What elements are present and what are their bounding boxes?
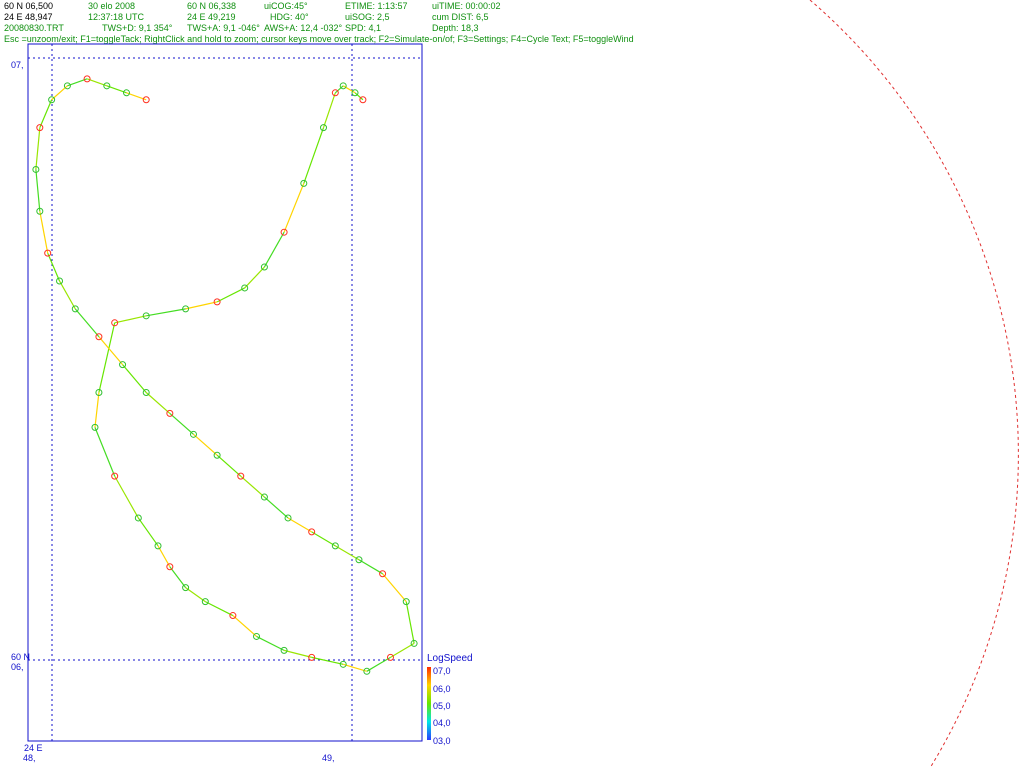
- track-segment: [94, 392, 100, 428]
- bottom-lat-label: 06,: [11, 662, 24, 672]
- legend-tick: 07,0: [433, 666, 451, 676]
- track-segment: [185, 301, 218, 310]
- track-segment: [35, 169, 41, 212]
- track-segment: [303, 127, 325, 184]
- track-segment: [35, 127, 41, 170]
- legend-tick: 04,0: [433, 718, 451, 728]
- track-segment: [169, 412, 194, 435]
- track-segment: [354, 92, 364, 101]
- track-segment: [390, 642, 415, 658]
- track-segment: [205, 601, 234, 617]
- track-segment: [98, 322, 116, 393]
- track-segment: [342, 85, 356, 94]
- legend-title: LogSpeed: [427, 653, 473, 664]
- lon-left-label: 48,: [23, 753, 36, 763]
- track-plot[interactable]: [0, 0, 1024, 768]
- track-segment: [283, 183, 305, 233]
- track-segment: [311, 531, 336, 547]
- track-segment: [114, 475, 139, 519]
- track-segment: [39, 99, 53, 128]
- lon-prefix-label: 24 E: [24, 743, 43, 753]
- track-segment: [264, 496, 289, 519]
- track-segment: [232, 615, 257, 637]
- track-segment: [366, 656, 391, 672]
- track-segment: [405, 601, 415, 644]
- track-segment: [185, 587, 206, 603]
- track-segment: [382, 573, 407, 602]
- track-segment: [256, 635, 285, 651]
- track-segment: [283, 649, 312, 658]
- track-segment: [157, 545, 171, 568]
- track-segment: [343, 663, 368, 672]
- lon-right-label: 49,: [322, 753, 335, 763]
- track-segment: [39, 211, 49, 254]
- bottom-lat-prefix-label: 60 N: [11, 652, 31, 662]
- track-segment: [47, 252, 61, 282]
- track-segment: [114, 315, 147, 324]
- track-segment: [216, 454, 242, 477]
- track-segment: [335, 545, 360, 561]
- track-segment: [193, 433, 218, 456]
- track-segment: [94, 427, 116, 477]
- track-segment: [358, 559, 383, 575]
- track-segment: [311, 656, 344, 665]
- track-segment: [122, 364, 147, 393]
- legend-tick: 03,0: [433, 736, 451, 746]
- map-frame: [27, 43, 423, 742]
- track-segment: [244, 266, 265, 289]
- track-segment: [137, 517, 159, 547]
- track-segment: [146, 308, 186, 317]
- track-segment: [322, 92, 336, 128]
- legend-tick: 05,0: [433, 701, 451, 711]
- legend-tick: 06,0: [433, 684, 451, 694]
- track-segment: [169, 566, 187, 589]
- track-segment: [287, 517, 312, 533]
- track-segment: [216, 287, 245, 303]
- track-segment: [145, 392, 171, 414]
- range-circle: [809, 0, 1019, 768]
- legend-colorbar: [427, 667, 431, 740]
- track-segment: [263, 231, 285, 268]
- track-segment: [240, 475, 265, 498]
- track-segment: [74, 308, 100, 338]
- top-lat-label: 07,: [11, 60, 24, 70]
- track-segment: [334, 85, 344, 94]
- track-layer: [32, 75, 418, 675]
- track-segment: [58, 280, 76, 310]
